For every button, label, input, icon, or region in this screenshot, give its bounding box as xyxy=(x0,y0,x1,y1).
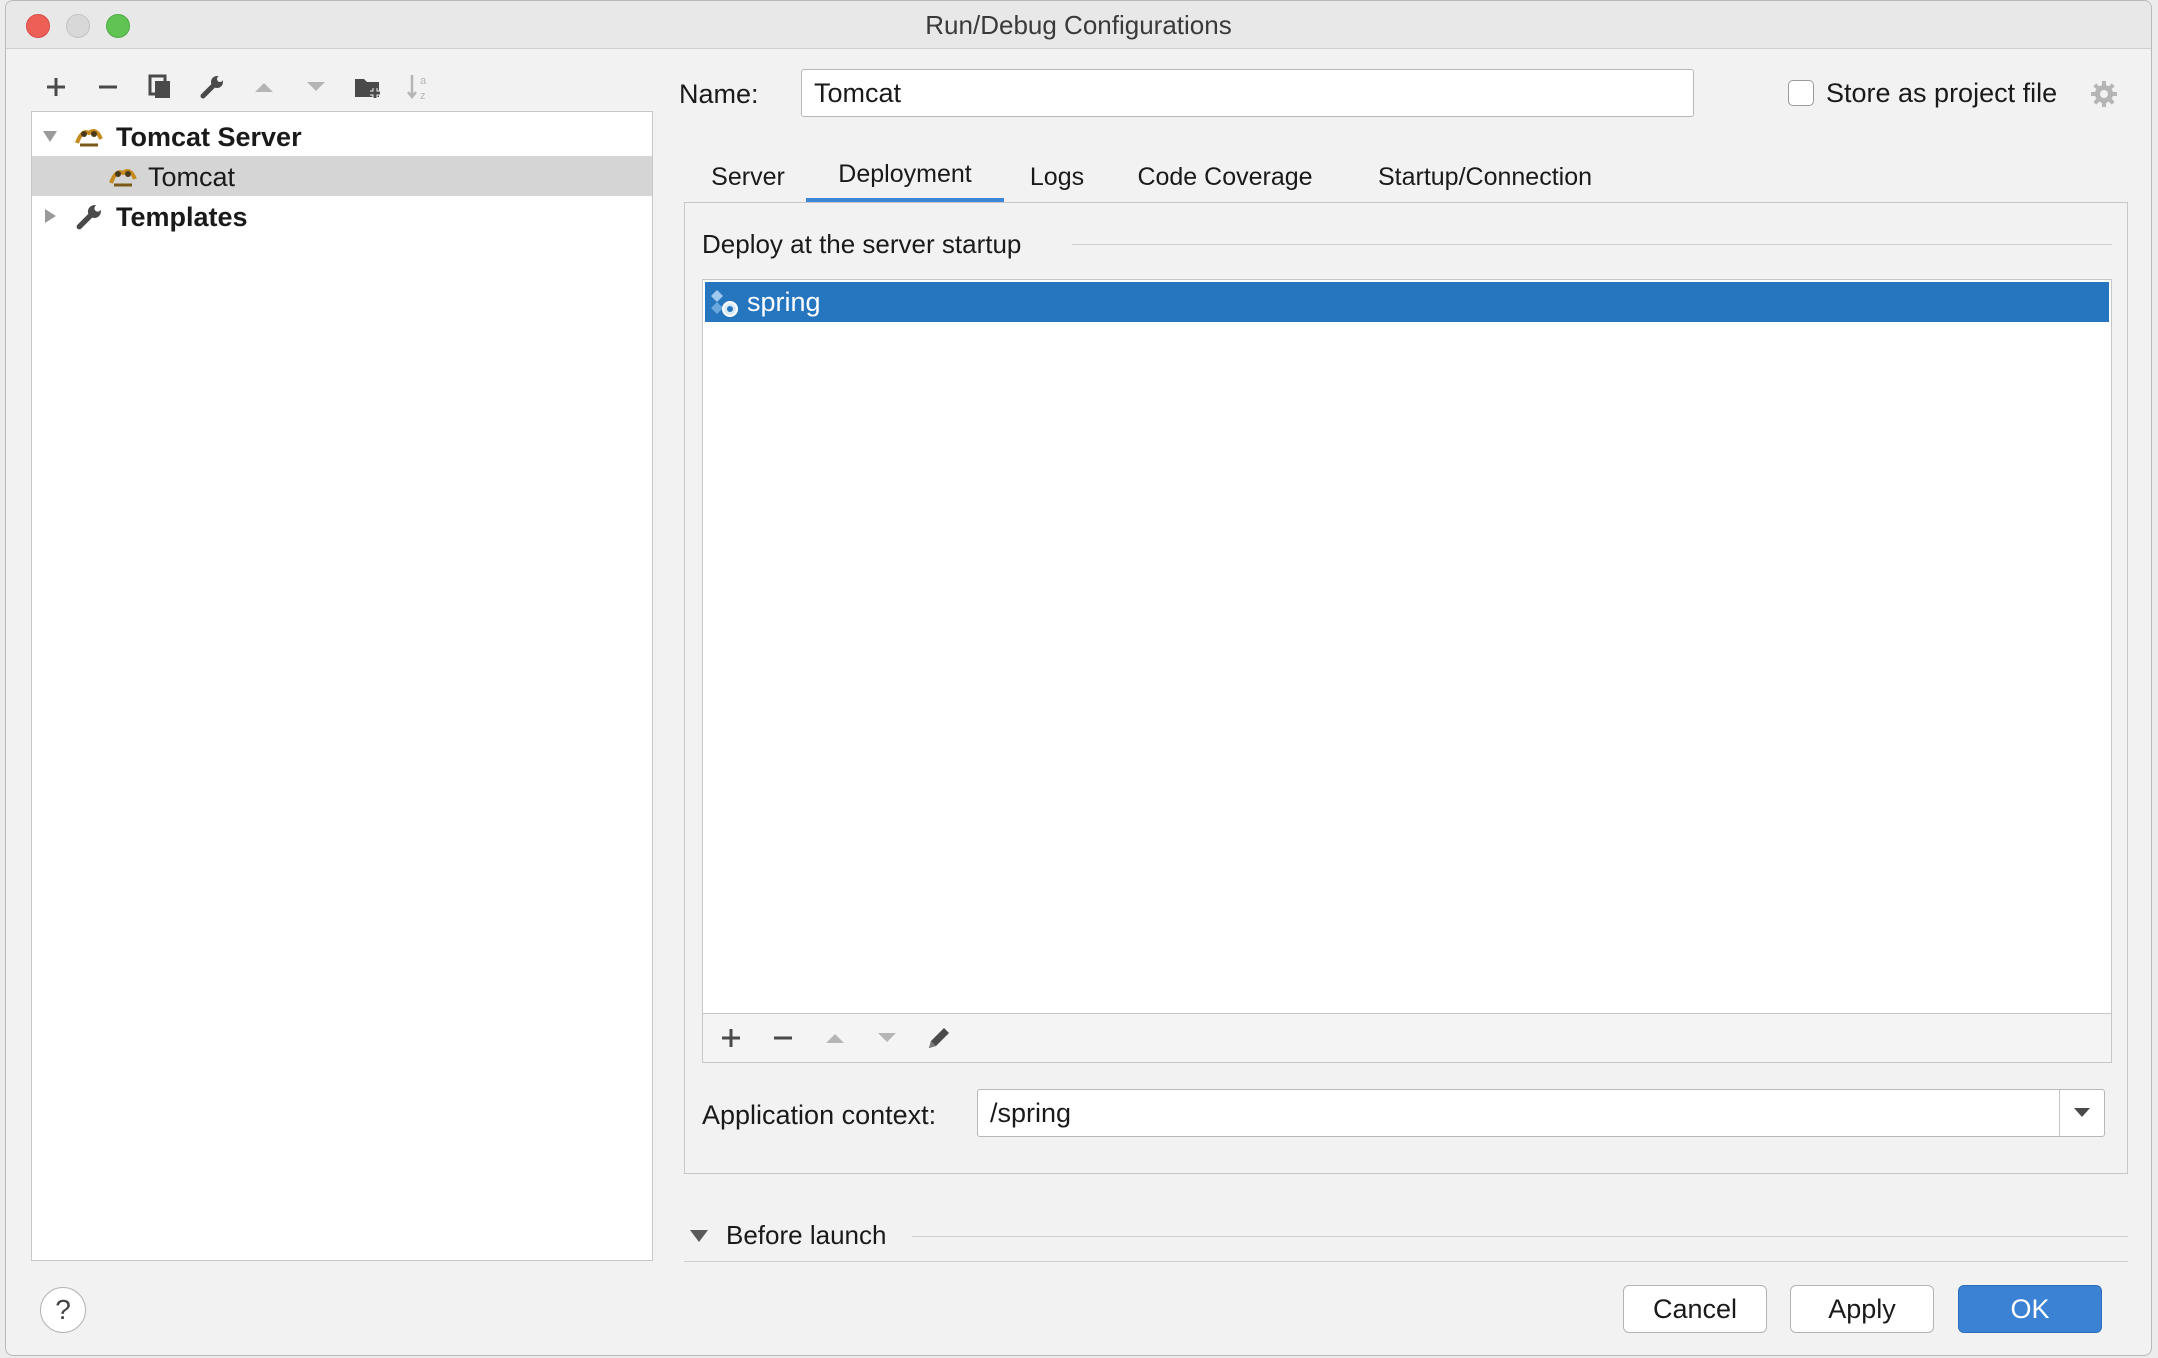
apply-button[interactable]: Apply xyxy=(1790,1285,1934,1333)
move-artifact-up-button[interactable] xyxy=(815,1018,855,1058)
gear-icon[interactable] xyxy=(2089,79,2119,109)
minus-icon xyxy=(99,85,117,89)
folder-plus-icon xyxy=(355,79,380,98)
plus-icon xyxy=(722,1029,740,1047)
section-divider xyxy=(1072,244,2112,245)
application-context-combobox[interactable]: /spring xyxy=(977,1089,2105,1137)
wrench-icon xyxy=(76,205,101,230)
move-artifact-down-button[interactable] xyxy=(867,1018,907,1058)
triangle-down-icon xyxy=(878,1033,896,1042)
pencil-icon xyxy=(929,1028,949,1048)
cancel-button[interactable]: Cancel xyxy=(1623,1285,1767,1333)
add-configuration-button[interactable] xyxy=(36,67,76,107)
name-label: Name: xyxy=(679,79,759,109)
edit-artifact-button[interactable] xyxy=(919,1018,959,1058)
tree-item-tomcat-server[interactable]: Tomcat Server xyxy=(32,116,652,156)
deploy-artifacts-list[interactable]: spring xyxy=(702,279,2112,1063)
section-divider xyxy=(912,1236,2128,1237)
configurations-tree[interactable]: Tomcat Server Tomcat Templates xyxy=(31,111,653,1261)
name-field-value: Tomcat xyxy=(814,77,902,108)
move-down-button[interactable] xyxy=(296,67,336,107)
collapse-arrow-icon[interactable] xyxy=(688,1228,710,1244)
sort-button[interactable]: az xyxy=(400,67,440,107)
add-artifact-button[interactable] xyxy=(711,1018,751,1058)
title-bar: Run/Debug Configurations xyxy=(6,1,2151,49)
triangle-up-icon xyxy=(826,1034,844,1043)
help-button[interactable]: ? xyxy=(40,1287,86,1333)
name-field[interactable]: Tomcat xyxy=(801,69,1694,117)
wrench-icon xyxy=(200,76,223,99)
chevron-down-icon xyxy=(2074,1108,2090,1117)
remove-artifact-button[interactable] xyxy=(763,1018,803,1058)
triangle-down-icon xyxy=(307,82,325,91)
artifacts-toolbar xyxy=(702,1013,2112,1063)
collapsed-arrow-icon[interactable] xyxy=(40,206,60,226)
expanded-arrow-icon[interactable] xyxy=(40,126,60,146)
artifact-icon xyxy=(711,290,738,317)
tomcat-icon xyxy=(109,169,137,187)
new-folder-button[interactable] xyxy=(348,67,388,107)
svg-text:a: a xyxy=(420,75,427,87)
copy-icon xyxy=(148,74,170,98)
deploy-section-title: Deploy at the server startup xyxy=(702,229,1022,259)
copy-configuration-button[interactable] xyxy=(140,67,180,107)
tab-deployment[interactable]: Deployment xyxy=(806,151,1004,203)
triangle-up-icon xyxy=(255,83,273,92)
window-title: Run/Debug Configurations xyxy=(925,10,1232,40)
edit-defaults-button[interactable] xyxy=(192,67,232,107)
application-context-value: /spring xyxy=(990,1097,1072,1128)
move-up-button[interactable] xyxy=(244,67,284,107)
tab-logs[interactable]: Logs xyxy=(1010,151,1104,203)
dropdown-button[interactable] xyxy=(2059,1090,2104,1136)
footer-divider xyxy=(684,1261,2128,1262)
tab-code-coverage[interactable]: Code Coverage xyxy=(1114,151,1336,203)
tree-item-tomcat[interactable]: Tomcat xyxy=(32,156,652,196)
minus-icon xyxy=(774,1036,792,1040)
sort-alpha-icon: az xyxy=(407,75,427,102)
tree-item-label: Tomcat Server xyxy=(116,122,302,152)
tree-item-label: Templates xyxy=(116,202,248,232)
tree-item-label: Tomcat xyxy=(148,162,236,192)
tomcat-icon xyxy=(75,129,103,147)
remove-configuration-button[interactable] xyxy=(88,67,128,107)
tab-startup-connection[interactable]: Startup/Connection xyxy=(1354,151,1616,203)
before-launch-label[interactable]: Before launch xyxy=(726,1220,886,1251)
svg-text:z: z xyxy=(420,90,426,102)
store-as-project-file-checkbox[interactable] xyxy=(1788,80,1814,106)
tab-server[interactable]: Server xyxy=(694,151,802,203)
dialog-window: Run/Debug Configurations az Tomcat Serve… xyxy=(5,0,2152,1356)
application-context-label: Application context: xyxy=(702,1100,937,1130)
ok-button[interactable]: OK xyxy=(1958,1285,2102,1333)
plus-icon xyxy=(47,78,65,96)
list-item-spring[interactable]: spring xyxy=(705,282,2109,322)
store-as-project-file-label: Store as project file xyxy=(1826,78,2058,108)
tree-item-templates[interactable]: Templates xyxy=(32,196,652,236)
list-item-label: spring xyxy=(747,287,821,317)
